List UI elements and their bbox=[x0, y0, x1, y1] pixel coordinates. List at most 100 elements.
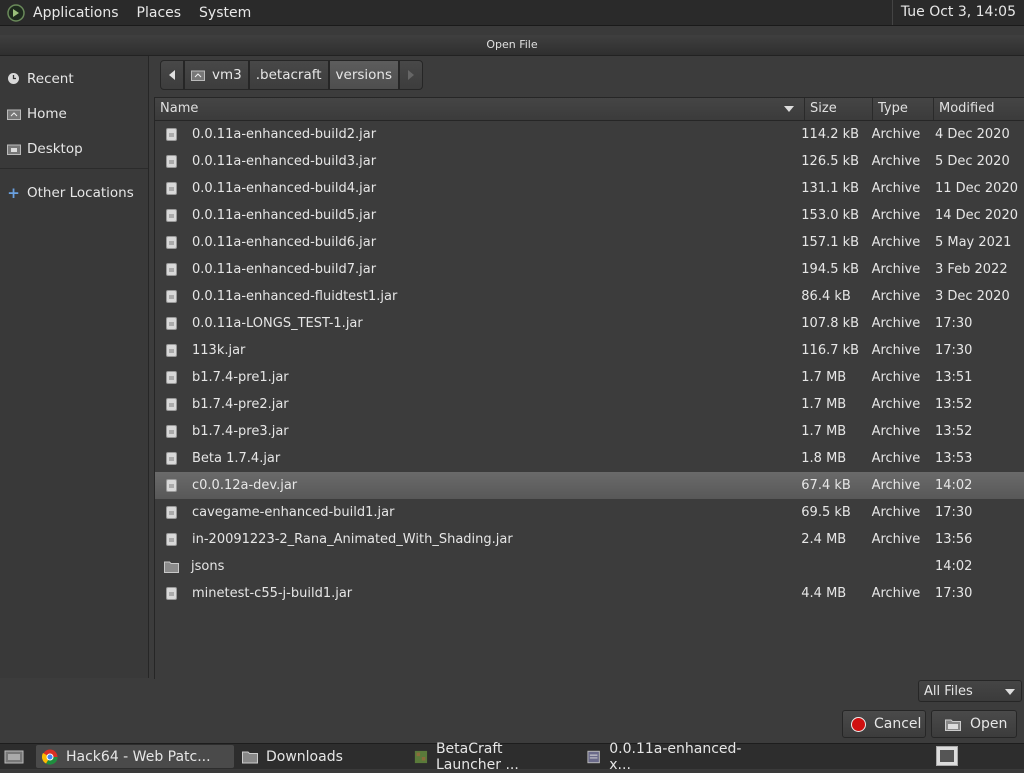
file-name-cell: 0.0.11a-enhanced-build2.jar bbox=[155, 127, 798, 142]
open-button[interactable]: Open bbox=[931, 710, 1017, 738]
file-name: 0.0.11a-enhanced-build4.jar bbox=[192, 181, 377, 196]
file-type: Archive bbox=[871, 586, 921, 601]
table-row[interactable]: b1.7.4-pre3.jar 1.7 MB Archive 13:52 bbox=[155, 418, 1024, 445]
path-segment-vm3[interactable]: vm3 bbox=[184, 60, 249, 90]
file-modified: 17:30 bbox=[934, 586, 973, 601]
table-row[interactable]: c0.0.12a-dev.jar 67.4 kB Archive 14:02 bbox=[155, 472, 1024, 499]
file-name-cell: jsons bbox=[155, 559, 798, 574]
places-sidebar: Recent Home Desktop + Other Locations bbox=[0, 56, 149, 678]
file-name-cell: cavegame-enhanced-build1.jar bbox=[155, 505, 798, 520]
table-row[interactable]: b1.7.4-pre1.jar 1.7 MB Archive 13:51 bbox=[155, 364, 1024, 391]
sidebar-item-other-locations[interactable]: + Other Locations bbox=[0, 175, 148, 210]
file-name-cell: 0.0.11a-enhanced-build5.jar bbox=[155, 208, 798, 223]
table-row[interactable]: minetest-c55-j-build1.jar 4.4 MB Archive 17… bbox=[155, 580, 1024, 607]
archive-file-icon bbox=[166, 155, 177, 168]
table-row[interactable]: in-20091223-2_Rana_Animated_With_Shading… bbox=[155, 526, 1024, 553]
file-modified: 14:02 bbox=[934, 559, 973, 574]
table-row[interactable]: Beta 1.7.4.jar 1.8 MB Archive 13:53 bbox=[155, 445, 1024, 472]
open-label: Open bbox=[970, 716, 1008, 732]
table-row[interactable]: 0.0.11a-enhanced-build5.jar 153.0 kB Archi… bbox=[155, 202, 1024, 229]
file-size: 114.2 kB bbox=[801, 127, 860, 142]
table-row[interactable]: 0.0.11a-enhanced-fluidtest1.jar 86.4 kB Ar… bbox=[155, 283, 1024, 310]
sidebar-item-home[interactable]: Home bbox=[0, 96, 148, 131]
file-type: Archive bbox=[871, 208, 921, 223]
file-name-cell: b1.7.4-pre1.jar bbox=[155, 370, 798, 385]
archive-file-icon bbox=[166, 263, 177, 276]
file-type: Archive bbox=[871, 451, 921, 466]
table-row[interactable]: 0.0.11a-enhanced-build4.jar 131.1 kB Archi… bbox=[155, 175, 1024, 202]
file-modified: 5 May 2021 bbox=[934, 235, 1012, 250]
chevron-right-icon bbox=[408, 70, 415, 80]
archive-file-icon bbox=[166, 587, 177, 600]
clock[interactable]: Tue Oct 3, 14:05 bbox=[891, 0, 1024, 25]
sidebar-item-desktop[interactable]: Desktop bbox=[0, 131, 148, 166]
file-size: 69.5 kB bbox=[801, 505, 851, 520]
file-size: 4.4 MB bbox=[801, 586, 847, 601]
file-list[interactable]: Name Size Type Modified 0.0.11a-enhanced… bbox=[154, 97, 1024, 679]
file-name: c0.0.12a-dev.jar bbox=[192, 478, 298, 493]
file-modified: 17:30 bbox=[934, 316, 973, 331]
file-name: in-20091223-2_Rana_Animated_With_Shading… bbox=[192, 532, 513, 547]
workspace-switcher[interactable] bbox=[936, 746, 958, 766]
column-header-size[interactable]: Size bbox=[805, 98, 873, 120]
path-forward-button[interactable] bbox=[399, 60, 424, 90]
cancel-button[interactable]: Cancel bbox=[842, 710, 926, 738]
menu-logo-icon[interactable] bbox=[7, 3, 25, 22]
file-name-cell: minetest-c55-j-build1.jar bbox=[155, 586, 798, 601]
file-name: 0.0.11a-enhanced-build6.jar bbox=[192, 235, 377, 250]
table-row[interactable]: 113k.jar 116.7 kB Archive 17:30 bbox=[155, 337, 1024, 364]
column-header-modified[interactable]: Modified bbox=[934, 98, 1024, 120]
task-betacraft[interactable]: BetaCraft Launcher ... bbox=[408, 741, 576, 773]
file-size: 67.4 kB bbox=[801, 478, 851, 493]
file-name-cell: 0.0.11a-enhanced-build6.jar bbox=[155, 235, 798, 250]
file-name: b1.7.4-pre2.jar bbox=[192, 397, 289, 412]
file-size: 86.4 kB bbox=[801, 289, 851, 304]
system-menu[interactable]: System bbox=[199, 5, 251, 21]
task-downloads[interactable]: Downloads bbox=[236, 745, 404, 768]
table-row[interactable]: 0.0.11a-enhanced-build3.jar 126.5 kB Archi… bbox=[155, 148, 1024, 175]
task-hack64[interactable]: Hack64 - Web Patc... bbox=[36, 745, 234, 768]
table-row[interactable]: jsons 14:02 bbox=[155, 553, 1024, 580]
sidebar-item-label: Recent bbox=[27, 70, 74, 87]
path-back-button[interactable] bbox=[160, 60, 184, 90]
column-header-name[interactable]: Name bbox=[155, 98, 805, 120]
applications-menu[interactable]: Applications bbox=[33, 5, 119, 21]
task-file-dialog[interactable]: 0.0.11a-enhanced-x... bbox=[580, 741, 762, 773]
sidebar-item-label: Desktop bbox=[27, 140, 83, 157]
path-segment-label: .betacraft bbox=[255, 67, 322, 83]
file-name-cell: 0.0.11a-enhanced-fluidtest1.jar bbox=[155, 289, 798, 304]
file-name: 0.0.11a-enhanced-build3.jar bbox=[192, 154, 377, 169]
file-modified: 4 Dec 2020 bbox=[934, 127, 1010, 142]
file-modified: 14:02 bbox=[934, 478, 973, 493]
file-type-filter[interactable]: All Files bbox=[918, 680, 1022, 702]
file-name: 0.0.11a-LONGS_TEST-1.jar bbox=[192, 316, 363, 331]
table-row[interactable]: 0.0.11a-enhanced-build6.jar 157.1 kB Archi… bbox=[155, 229, 1024, 256]
table-row[interactable]: b1.7.4-pre2.jar 1.7 MB Archive 13:52 bbox=[155, 391, 1024, 418]
filter-label: All Files bbox=[924, 683, 973, 699]
file-name: 0.0.11a-enhanced-build7.jar bbox=[192, 262, 377, 277]
sidebar-item-recent[interactable]: Recent bbox=[0, 61, 148, 96]
column-header-label: Name bbox=[160, 101, 199, 116]
places-menu[interactable]: Places bbox=[137, 5, 182, 21]
file-size: 1.8 MB bbox=[801, 451, 847, 466]
column-header-type[interactable]: Type bbox=[873, 98, 934, 120]
file-type: Archive bbox=[871, 505, 921, 520]
archive-file-icon bbox=[166, 209, 177, 222]
desktop-folder-icon bbox=[6, 142, 21, 155]
path-segment-versions[interactable]: versions bbox=[328, 60, 400, 90]
file-type: Archive bbox=[871, 235, 921, 250]
table-row[interactable]: 0.0.11a-enhanced-build7.jar 194.5 kB Archi… bbox=[155, 256, 1024, 283]
archive-file-icon bbox=[166, 398, 177, 411]
file-type: Archive bbox=[871, 127, 921, 142]
archive-file-icon bbox=[166, 344, 177, 357]
table-row[interactable]: 0.0.11a-enhanced-build2.jar 114.2 kB Archi… bbox=[155, 121, 1024, 148]
path-segment-betacraft[interactable]: .betacraft bbox=[248, 60, 329, 90]
file-name: minetest-c55-j-build1.jar bbox=[192, 586, 353, 601]
sidebar-item-label: Other Locations bbox=[27, 184, 134, 201]
table-row[interactable]: 0.0.11a-LONGS_TEST-1.jar 107.8 kB Archive 1… bbox=[155, 310, 1024, 337]
table-row[interactable]: cavegame-enhanced-build1.jar 69.5 kB Archi… bbox=[155, 499, 1024, 526]
show-desktop-button[interactable] bbox=[0, 745, 28, 768]
file-type: Archive bbox=[871, 181, 921, 196]
archive-file-icon bbox=[166, 425, 177, 438]
desktop-icon bbox=[4, 750, 24, 763]
